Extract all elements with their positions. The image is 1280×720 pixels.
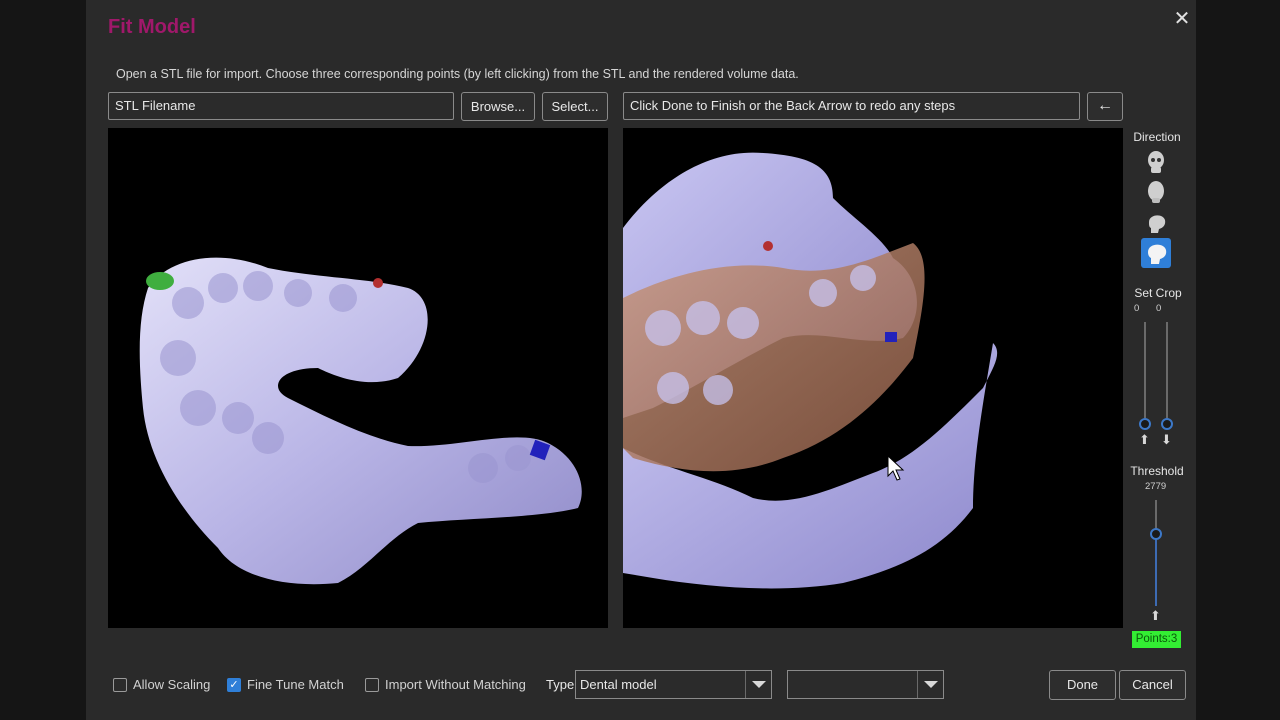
- skull-side-selected-icon[interactable]: [1141, 238, 1171, 268]
- allow-scaling-label[interactable]: Allow Scaling: [133, 677, 210, 692]
- instructions-text: Open a STL file for import. Choose three…: [116, 67, 799, 81]
- points-badge: Points:3: [1132, 631, 1181, 648]
- skull-back-icon[interactable]: [1143, 180, 1169, 206]
- chevron-down-icon: [917, 671, 943, 698]
- crop-slider-left-knob[interactable]: [1139, 418, 1151, 430]
- secondary-select[interactable]: [787, 670, 944, 699]
- threshold-slider-fill: [1155, 534, 1157, 606]
- direction-label: Direction: [1133, 130, 1181, 144]
- stl-viewport[interactable]: [108, 128, 608, 628]
- type-label: Type: [546, 677, 575, 692]
- stl-model-render: [139, 257, 582, 585]
- status-message-field: Click Done to Finish or the Back Arrow t…: [623, 92, 1080, 120]
- skull-side-icon[interactable]: [1143, 210, 1169, 236]
- threshold-value: 2779: [1145, 481, 1167, 492]
- crop-slider-left-track[interactable]: [1144, 322, 1146, 418]
- browse-button[interactable]: Browse...: [461, 92, 535, 121]
- arrow-up-icon: ⬆: [1150, 608, 1161, 623]
- back-arrow-button[interactable]: ←: [1087, 92, 1123, 121]
- arrow-up-icon: ⬆: [1139, 432, 1150, 447]
- marker-red: [373, 278, 383, 288]
- done-button[interactable]: Done: [1049, 670, 1116, 700]
- type-select-value: Dental model: [580, 677, 657, 692]
- select-button[interactable]: Select...: [542, 92, 608, 121]
- volume-viewport[interactable]: [623, 128, 1123, 628]
- background-left: [0, 0, 86, 720]
- type-select[interactable]: Dental model: [575, 670, 772, 699]
- dialog-title: Fit Model: [108, 16, 196, 38]
- stl-filename-field[interactable]: STL Filename: [108, 92, 454, 120]
- threshold-slider-knob[interactable]: [1150, 528, 1162, 540]
- marker-green: [146, 272, 174, 290]
- marker-red: [763, 241, 773, 251]
- fine-tune-match-checkbox[interactable]: ✓: [227, 678, 241, 692]
- allow-scaling-checkbox[interactable]: [113, 678, 127, 692]
- crop-slider-right-knob[interactable]: [1161, 418, 1173, 430]
- background-right: [1196, 0, 1280, 720]
- fine-tune-match-label[interactable]: Fine Tune Match: [247, 677, 344, 692]
- cancel-button[interactable]: Cancel: [1119, 670, 1186, 700]
- crop-slider-right-track[interactable]: [1166, 322, 1168, 418]
- volume-render: [623, 152, 998, 589]
- import-without-matching-label[interactable]: Import Without Matching: [385, 677, 526, 692]
- threshold-label: Threshold: [1130, 464, 1184, 478]
- marker-blue: [885, 332, 897, 342]
- crop-value-left: 0: [1134, 303, 1140, 314]
- set-crop-label: Set Crop: [1134, 286, 1182, 300]
- fit-model-dialog: Fit Model ✕ Open a STL file for import. …: [86, 0, 1196, 720]
- crop-value-right: 0: [1156, 303, 1162, 314]
- close-icon[interactable]: ✕: [1171, 8, 1193, 30]
- import-without-matching-checkbox[interactable]: [365, 678, 379, 692]
- arrow-down-icon: ⬇: [1161, 432, 1172, 447]
- chevron-down-icon: [745, 671, 771, 698]
- skull-front-icon[interactable]: [1143, 150, 1169, 176]
